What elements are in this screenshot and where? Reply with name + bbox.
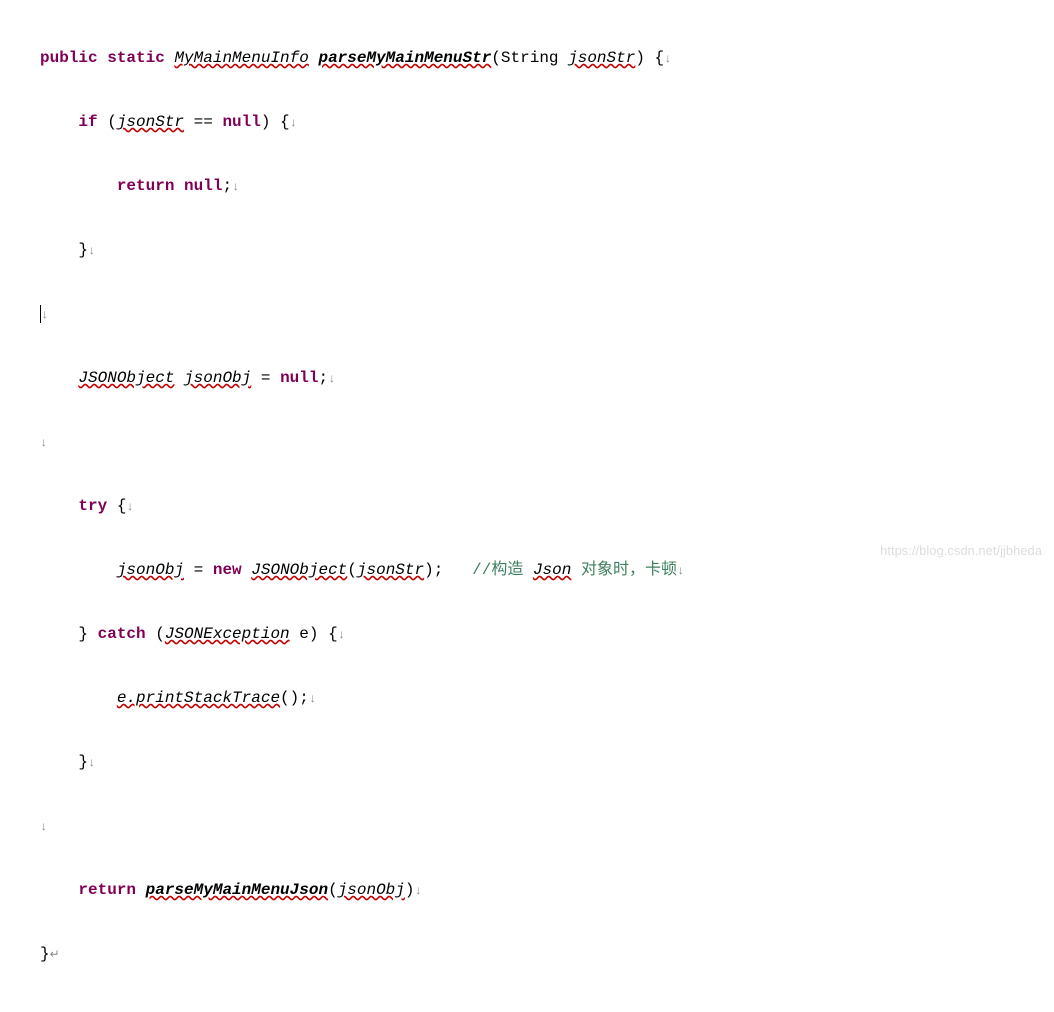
keyword: new	[213, 561, 242, 579]
keyword: if	[78, 113, 97, 131]
type: JSONException	[165, 625, 290, 643]
watermark: https://blog.csdn.net/jjbheda	[880, 538, 1042, 564]
code-line-1: public static MyMainMenuInfo parseMyMain…	[40, 42, 1014, 74]
code-line-2: if (jsonStr == null) {↓	[40, 106, 1014, 138]
arrow-icon: ↓	[126, 500, 133, 514]
keyword: null	[222, 113, 260, 131]
code-line-11: e.printStackTrace();↓	[40, 682, 1014, 714]
code-line-4: }↓	[40, 234, 1014, 266]
keyword: return null	[117, 177, 223, 195]
code-block: public static MyMainMenuInfo parseMyMain…	[0, 0, 1054, 1012]
code-line-10: } catch (JSONException e) {↓	[40, 618, 1014, 650]
keyword: null	[280, 369, 318, 387]
arrow-icon: ↓	[232, 180, 239, 194]
variable: jsonStr	[117, 113, 184, 131]
keyword: try	[78, 497, 107, 515]
arrow-icon: ↓	[41, 308, 48, 322]
code-line-8: try {↓	[40, 490, 1014, 522]
arrow-icon: ↓	[88, 244, 95, 258]
keyword: return	[78, 881, 136, 899]
arrow-icon: ↓	[677, 564, 684, 578]
param: jsonStr	[568, 49, 635, 67]
method-call: parseMyMainMenuJson	[146, 881, 328, 899]
keyword: catch	[98, 625, 146, 643]
arrow-icon: ↓	[40, 820, 47, 834]
type: MyMainMenuInfo	[174, 49, 308, 67]
variable: jsonObj	[117, 561, 184, 579]
arrow-icon: ↓	[328, 372, 335, 386]
arrow-icon: ↓	[415, 884, 422, 898]
code-line-5: ↓	[40, 298, 1014, 330]
arrow-icon: ↓	[88, 756, 95, 770]
arrow-icon: ↓	[664, 52, 671, 66]
variable: jsonObj	[338, 881, 405, 899]
keyword: public static	[40, 49, 165, 67]
comment: //构造	[472, 561, 533, 579]
code-line-7: ↓	[40, 426, 1014, 458]
type: JSONObject	[251, 561, 347, 579]
code-line-12: }↓	[40, 746, 1014, 778]
code-line-6: JSONObject jsonObj = null;↓	[40, 362, 1014, 394]
code-line-14: return parseMyMainMenuJson(jsonObj)↓	[40, 874, 1014, 906]
arrow-icon: ↓	[338, 628, 345, 642]
code-line-13: ↓	[40, 810, 1014, 842]
comment-word: Json	[533, 561, 571, 579]
type: JSONObject	[78, 369, 174, 387]
arrow-icon: ↓	[290, 116, 297, 130]
arrow-icon: ↵	[50, 948, 60, 962]
code-line-3: return null;↓	[40, 170, 1014, 202]
variable: jsonStr	[357, 561, 424, 579]
method-name: parseMyMainMenuStr	[318, 49, 491, 67]
arrow-icon: ↓	[309, 692, 316, 706]
code-line-15: }↵	[40, 938, 1014, 970]
arrow-icon: ↓	[40, 436, 47, 450]
variable: jsonObj	[184, 369, 251, 387]
expression: e.printStackTrace	[117, 689, 280, 707]
code-line-9: jsonObj = new JSONObject(jsonStr); //构造 …	[40, 554, 1014, 586]
